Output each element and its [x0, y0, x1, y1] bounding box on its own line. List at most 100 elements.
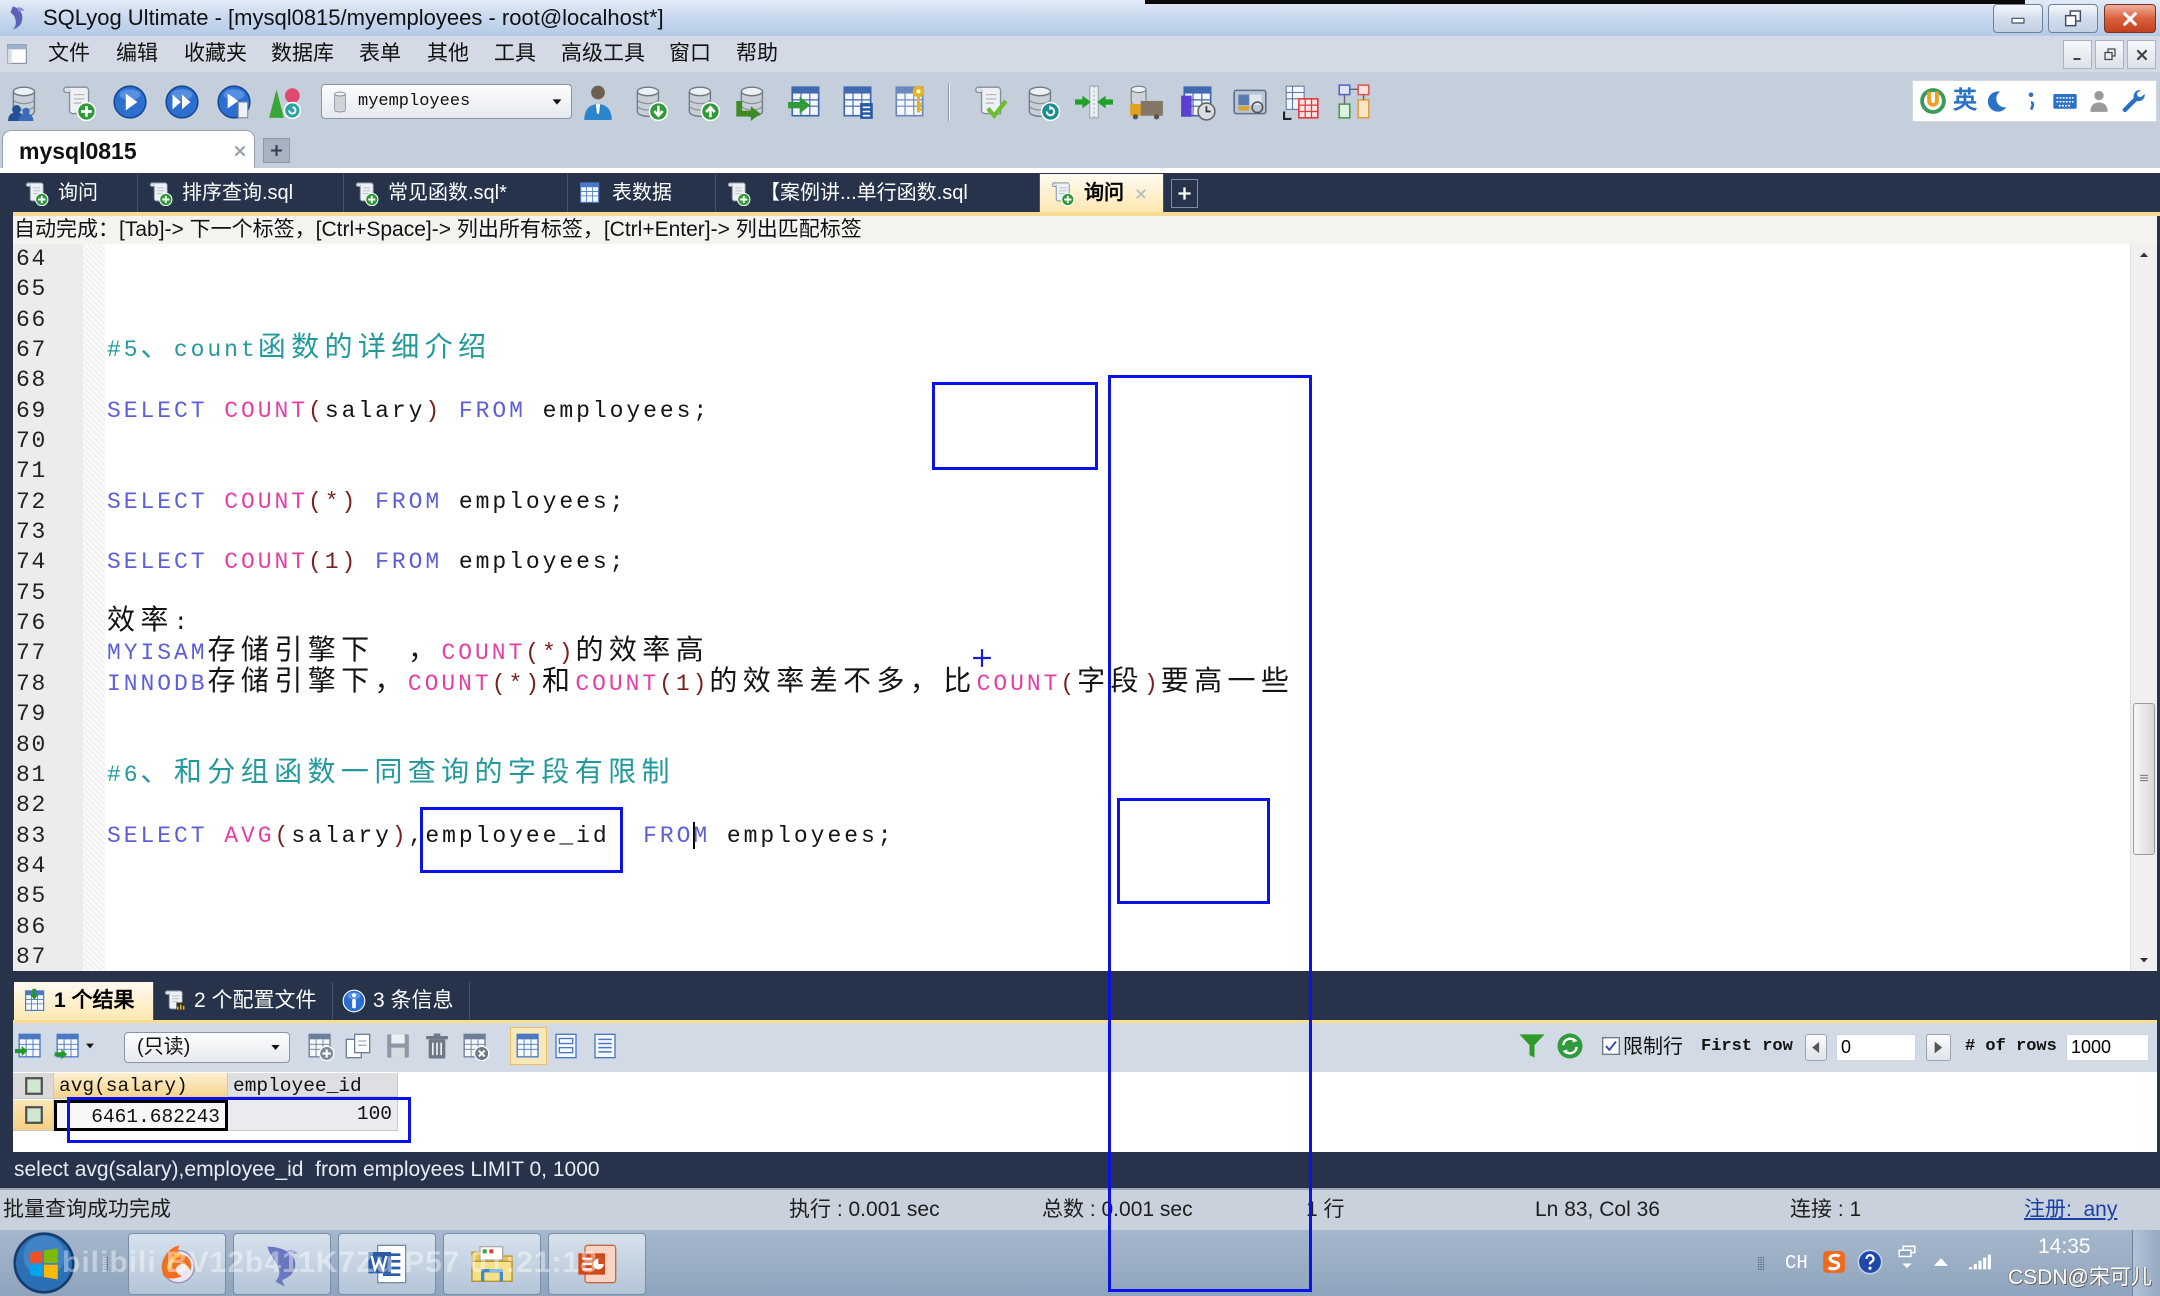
duplicate-row-icon[interactable] — [343, 1031, 373, 1061]
tray-expand-icon[interactable] — [1927, 1248, 1955, 1276]
column-header[interactable]: employee_id — [228, 1073, 398, 1097]
import-icon[interactable] — [53, 1031, 83, 1061]
new-query-button[interactable] — [52, 79, 104, 125]
code-line[interactable]: 75 — [13, 578, 2130, 608]
code-line[interactable]: 78 INNODB存储引擎下，COUNT(*)和COUNT(1)的效率差不多，比C… — [13, 668, 2130, 699]
new-query-tab-button[interactable] — [1171, 179, 1198, 208]
grid-cell-selected[interactable]: 6461.682243 — [54, 1100, 228, 1131]
backup-database-button[interactable] — [624, 79, 676, 125]
registration-link[interactable]: 注册: any — [2024, 1190, 2117, 1230]
code-line[interactable]: 64 — [13, 244, 2130, 274]
grid-cell[interactable]: 100 — [228, 1100, 398, 1131]
user-manager-button[interactable] — [572, 79, 624, 125]
keyboard-icon[interactable] — [2051, 87, 2079, 115]
first-row-input[interactable] — [1836, 1034, 1916, 1061]
menu-favorites[interactable]: 收藏夹 — [184, 36, 247, 72]
code-line[interactable]: 81 #6、和分组函数一同查询的字段有限制 — [13, 759, 2130, 790]
code-line[interactable]: 71 — [13, 456, 2130, 486]
query-tab[interactable]: 询问 — [14, 174, 138, 212]
user-icon[interactable] — [2085, 87, 2113, 115]
moon-icon[interactable] — [1983, 87, 2011, 115]
menu-advanced-tools[interactable]: 高级工具 — [561, 36, 645, 72]
new-connection-tab-button[interactable] — [263, 138, 290, 163]
delete-icon[interactable] — [422, 1031, 452, 1061]
table-diagnostics-button[interactable] — [832, 79, 884, 125]
save-icon[interactable] — [383, 1031, 413, 1061]
ime-logo-icon[interactable] — [1919, 87, 1947, 115]
mdi-minimize-button[interactable] — [2063, 40, 2092, 69]
result-mode-select[interactable]: (只读) — [124, 1032, 290, 1063]
wrench-icon[interactable] — [2119, 87, 2147, 115]
menu-window[interactable]: 窗口 — [669, 36, 711, 72]
mdi-close-button[interactable] — [2127, 40, 2156, 69]
query-tab[interactable]: 常见函数.sql* — [344, 174, 568, 212]
scroll-up-icon[interactable] — [2135, 246, 2153, 264]
code-line[interactable]: 83 SELECT AVG(salary),employee_id FROM em… — [13, 821, 2130, 851]
chevron-down-icon[interactable] — [83, 1039, 97, 1053]
menu-others[interactable]: 其他 — [427, 36, 469, 72]
close-icon[interactable] — [1133, 186, 1149, 202]
sogou-icon[interactable] — [1820, 1248, 1848, 1276]
code-line[interactable]: 74 SELECT COUNT(1) FROM employees; — [13, 547, 2130, 577]
tab-messages[interactable]: 3 条信息 — [333, 982, 470, 1020]
code-line[interactable]: 66 — [13, 305, 2130, 335]
connection-tab[interactable]: mysql0815 — [2, 130, 255, 170]
code-line[interactable]: 87 — [13, 942, 2130, 971]
refresh-database-button[interactable] — [1016, 79, 1068, 125]
table-data-tab[interactable]: 表数据 — [568, 174, 716, 212]
form-view-icon[interactable] — [551, 1031, 581, 1061]
import-external-data-button[interactable] — [1120, 79, 1172, 125]
code-line[interactable]: 72 SELECT COUNT(*) FROM employees; — [13, 487, 2130, 517]
schema-designer-button[interactable] — [1328, 79, 1380, 125]
code-line[interactable]: 80 — [13, 730, 2130, 760]
query-tab[interactable]: 排序查询.sql — [138, 174, 344, 212]
menu-tools[interactable]: 工具 — [494, 36, 536, 72]
filter-icon[interactable] — [1517, 1031, 1547, 1061]
format-sql-button[interactable] — [964, 79, 1016, 125]
help-icon[interactable] — [1856, 1248, 1884, 1276]
code-line[interactable]: 67 #5、count函数的详细介绍 — [13, 334, 2130, 365]
code-line[interactable]: 85 — [13, 881, 2130, 911]
code-line[interactable]: 68 — [13, 365, 2130, 395]
restore-database-button[interactable] — [676, 79, 728, 125]
grip-dots-icon[interactable] — [1754, 1238, 1768, 1288]
import-table-button[interactable] — [780, 79, 832, 125]
editor-vertical-scrollbar[interactable] — [2130, 244, 2157, 971]
menu-edit[interactable]: 编辑 — [116, 36, 158, 72]
menu-database[interactable]: 数据库 — [271, 36, 334, 72]
menu-file[interactable]: 文件 — [48, 36, 90, 72]
execute-query-button[interactable] — [104, 79, 156, 125]
limit-rows-checkbox[interactable] — [1601, 1036, 1621, 1056]
text-view-icon[interactable] — [590, 1031, 620, 1061]
ime-language-toggle[interactable]: 英 — [1953, 81, 1977, 121]
row-select-checkbox[interactable] — [13, 1100, 54, 1131]
next-page-button[interactable] — [1926, 1034, 1951, 1061]
restore-button[interactable] — [2048, 4, 2098, 33]
query-tab[interactable]: 【案例讲...单行函数.sql — [716, 174, 1040, 212]
export-icon[interactable] — [15, 1031, 45, 1061]
schema-sync-button[interactable] — [1068, 79, 1120, 125]
code-line[interactable]: 70 — [13, 426, 2130, 456]
tab-profiles[interactable]: 2 个配置文件 — [154, 982, 333, 1020]
scroll-down-icon[interactable] — [2135, 951, 2153, 969]
tab-results[interactable]: 1 个结果 — [14, 982, 154, 1020]
code-line[interactable]: 73 — [13, 517, 2130, 547]
window-switch-icon[interactable] — [1893, 1244, 1921, 1272]
column-header[interactable]: avg(salary) — [54, 1073, 228, 1099]
query-tab-active[interactable]: 询问 — [1040, 174, 1164, 212]
new-connection-button[interactable] — [0, 79, 52, 125]
grid-view-icon[interactable] — [513, 1031, 543, 1061]
add-row-icon[interactable] — [305, 1031, 335, 1061]
minimize-button[interactable] — [1993, 4, 2043, 33]
clock[interactable]: 14:35 — [2038, 1232, 2091, 1262]
select-all-checkbox[interactable] — [13, 1073, 54, 1099]
refresh-icon[interactable] — [1555, 1031, 1585, 1061]
database-select[interactable]: myemployees — [321, 84, 572, 119]
code-line[interactable]: 77 MYISAM存储引擎下 ，COUNT(*)的效率高 — [13, 638, 2130, 668]
rows-count-input[interactable] — [2066, 1034, 2149, 1061]
execute-all-queries-button[interactable] — [156, 79, 208, 125]
menu-table[interactable]: 表单 — [359, 36, 401, 72]
code-line[interactable]: 84 — [13, 851, 2130, 881]
signal-icon[interactable] — [1966, 1246, 1994, 1274]
cancel-icon[interactable] — [460, 1031, 490, 1061]
